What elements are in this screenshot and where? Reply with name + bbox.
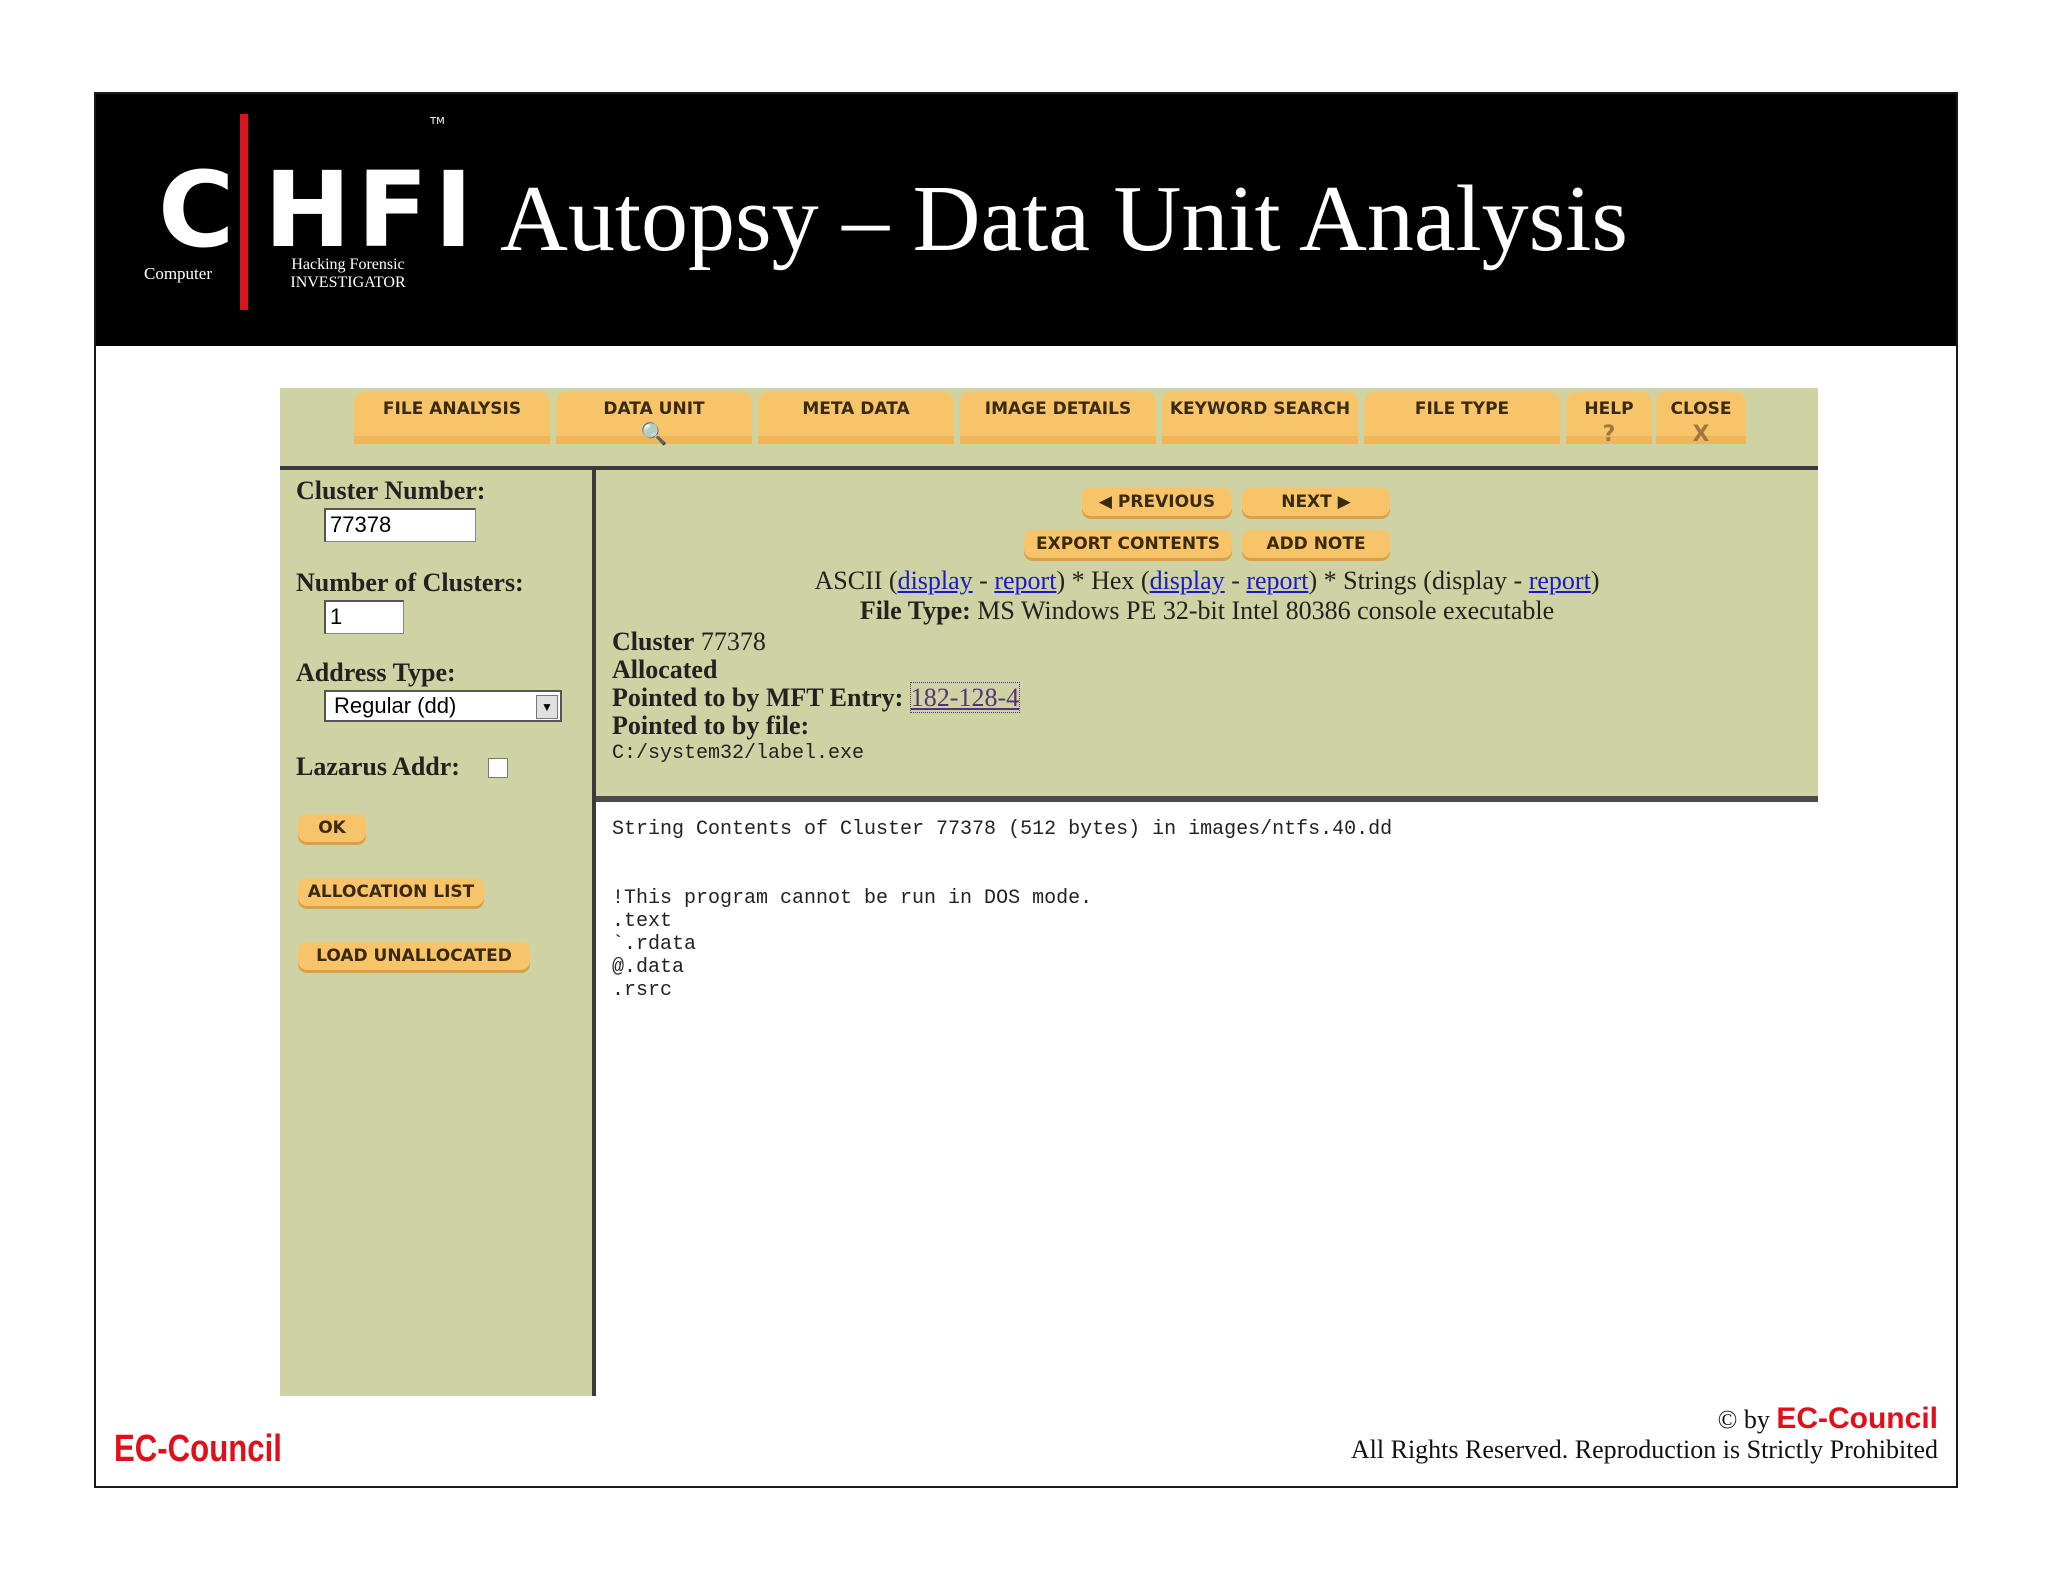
string-contents: String Contents of Cluster 77378 (512 by… bbox=[612, 818, 1393, 1002]
tab-label: META DATA bbox=[802, 399, 910, 419]
tab-label: CLOSE bbox=[1670, 399, 1732, 419]
next-label: NEXT bbox=[1281, 492, 1332, 512]
previous-label: PREVIOUS bbox=[1117, 492, 1216, 512]
hex-label: ) * Hex ( bbox=[1056, 566, 1150, 595]
allocated-status: Allocated bbox=[612, 655, 718, 684]
address-type-select[interactable]: Regular (dd) ▼ bbox=[324, 690, 562, 722]
hex-display-link[interactable]: display bbox=[1150, 566, 1225, 595]
export-contents-button[interactable]: EXPORT CONTENTS bbox=[1024, 530, 1232, 558]
tab-help[interactable]: HELP? bbox=[1566, 392, 1652, 447]
logo-tm: TM bbox=[430, 116, 445, 127]
tab-label: FILE TYPE bbox=[1414, 399, 1510, 419]
cluster-number-input[interactable]: 77378 bbox=[324, 508, 476, 542]
autopsy-window: FILE ANALYSIS DATA UNIT 🔍 META DATA IMAGE… bbox=[280, 388, 1818, 1396]
tab-file-analysis[interactable]: FILE ANALYSIS bbox=[354, 392, 550, 444]
logo-tagline: Hacking Forensic INVESTIGATOR bbox=[268, 256, 428, 292]
left-panel: Cluster Number: 77378 Number of Clusters… bbox=[280, 470, 596, 1396]
file-path: C:/system32/label.exe bbox=[612, 742, 865, 765]
mft-label: Pointed to by MFT Entry: bbox=[612, 683, 904, 712]
tab-file-type[interactable]: FILE TYPE bbox=[1364, 392, 1560, 444]
close-paren: ) bbox=[1590, 566, 1600, 595]
file-label: Pointed to by file: bbox=[612, 711, 810, 740]
dash: - bbox=[1224, 566, 1247, 595]
tab-image-details[interactable]: IMAGE DETAILS bbox=[960, 392, 1156, 444]
copyright-prefix: © by bbox=[1717, 1405, 1770, 1434]
logo-computer: Computer bbox=[144, 264, 212, 283]
tab-label: KEYWORD SEARCH bbox=[1169, 399, 1351, 419]
chevron-down-icon: ▼ bbox=[536, 695, 558, 719]
copyright-brand: EC-Council bbox=[1776, 1402, 1938, 1435]
file-type-label: File Type: bbox=[859, 596, 971, 625]
logo-tagline-1: Hacking Forensic bbox=[291, 256, 405, 273]
logo-c: C bbox=[158, 149, 235, 271]
strings-label: ) * Strings (display - bbox=[1308, 566, 1529, 595]
nav-tabs: FILE ANALYSIS DATA UNIT 🔍 META DATA IMAGE… bbox=[280, 388, 1818, 470]
file-type-value: MS Windows PE 32-bit Intel 80386 console… bbox=[970, 596, 1555, 625]
previous-button[interactable]: ◀ PREVIOUS bbox=[1082, 488, 1232, 516]
slide-title: Autopsy – Data Unit Analysis bbox=[500, 167, 1628, 271]
strings-report-link[interactable]: report bbox=[1529, 566, 1591, 595]
string-contents-panel: String Contents of Cluster 77378 (512 by… bbox=[596, 802, 1818, 1396]
ok-button[interactable]: OK bbox=[298, 814, 366, 842]
tab-close[interactable]: CLOSE X bbox=[1656, 392, 1746, 447]
lazarus-label: Lazarus Addr: bbox=[296, 752, 460, 781]
dash: - bbox=[972, 566, 995, 595]
tab-label: IMAGE DETAILS bbox=[984, 399, 1132, 419]
ascii-label: ASCII ( bbox=[814, 566, 898, 595]
logo-tagline-2: INVESTIGATOR bbox=[290, 274, 406, 291]
tab-keyword-search[interactable]: KEYWORD SEARCH bbox=[1162, 392, 1358, 444]
num-clusters-label: Number of Clusters: bbox=[296, 568, 524, 597]
cluster-number-label: Cluster Number: bbox=[296, 476, 486, 505]
ascii-report-link[interactable]: report bbox=[994, 566, 1056, 595]
cluster-info-panel: ◀ PREVIOUS NEXT ▶ EXPORT CONTENTS ADD NO… bbox=[596, 470, 1818, 802]
address-type-label: Address Type: bbox=[296, 658, 456, 687]
tab-data-unit[interactable]: DATA UNIT 🔍 bbox=[556, 392, 752, 447]
copyright-line: © by EC-Council bbox=[1351, 1404, 1938, 1435]
slide-header: C HFI TM Computer Hacking Forensic INVES… bbox=[96, 94, 1956, 346]
logo-hfi: HFI bbox=[264, 149, 479, 271]
footer-copyright: © by EC-Council All Rights Reserved. Rep… bbox=[1351, 1404, 1938, 1465]
hex-report-link[interactable]: report bbox=[1246, 566, 1308, 595]
mft-line: Pointed to by MFT Entry: 182-128-4 bbox=[612, 682, 1021, 713]
mft-entry-link[interactable]: 182-128-4 bbox=[909, 682, 1021, 713]
footer-brand: EC-Council bbox=[114, 1428, 282, 1470]
rights-line: All Rights Reserved. Reproduction is Str… bbox=[1350, 1435, 1938, 1464]
next-button[interactable]: NEXT ▶ bbox=[1242, 488, 1390, 516]
ascii-display-link[interactable]: display bbox=[898, 566, 973, 595]
file-type-line: File Type: MS Windows PE 32-bit Intel 80… bbox=[596, 596, 1818, 626]
tab-meta-data[interactable]: META DATA bbox=[758, 392, 954, 444]
tab-label: DATA UNIT bbox=[603, 399, 705, 419]
load-unallocated-button[interactable]: LOAD UNALLOCATED bbox=[298, 942, 530, 970]
logo-red-bar bbox=[240, 114, 248, 310]
slide: C HFI TM Computer Hacking Forensic INVES… bbox=[94, 92, 1958, 1488]
address-type-value: Regular (dd) bbox=[334, 693, 457, 718]
allocation-list-button[interactable]: ALLOCATION LIST bbox=[298, 878, 484, 906]
tab-label: HELP bbox=[1584, 399, 1634, 419]
lazarus-checkbox[interactable] bbox=[488, 758, 508, 778]
add-note-button[interactable]: ADD NOTE bbox=[1242, 530, 1390, 558]
magnifier-icon: 🔍 bbox=[640, 422, 668, 447]
view-mode-line: ASCII (display - report) * Hex (display … bbox=[596, 566, 1818, 596]
cluster-line: Cluster 77378 bbox=[612, 627, 766, 656]
close-icon: X bbox=[1692, 422, 1710, 447]
tab-label: FILE ANALYSIS bbox=[382, 399, 522, 419]
help-icon: ? bbox=[1602, 422, 1616, 447]
num-clusters-input[interactable]: 1 bbox=[324, 600, 404, 634]
